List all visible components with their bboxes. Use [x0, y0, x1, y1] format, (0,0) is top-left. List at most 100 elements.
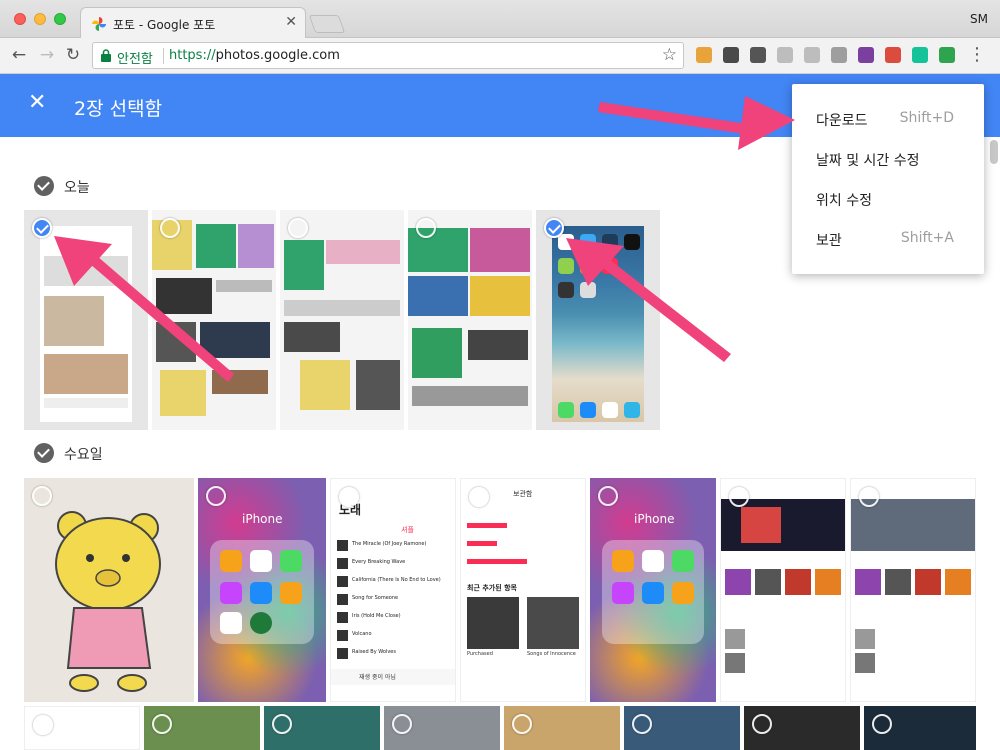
photo-thumbnail[interactable]	[24, 706, 140, 750]
close-selection-icon[interactable]: ✕	[28, 90, 46, 115]
profile-label[interactable]: SM	[970, 12, 988, 26]
select-circle-icon[interactable]	[729, 487, 749, 507]
reload-icon[interactable]: ↻	[62, 44, 84, 66]
song-title: The Miracle (Of Joey Ramone)	[352, 541, 427, 547]
photo-thumbnail[interactable]	[280, 210, 404, 430]
address-bar[interactable]: 안전함 https://photos.google.com ☆	[92, 42, 684, 69]
tab-close-icon[interactable]: ✕	[285, 14, 297, 30]
song-title: Volcano	[352, 631, 372, 637]
photo-thumbnail[interactable]	[152, 210, 276, 430]
photo-thumbnail-music-songs[interactable]: 노래 셔플 The Miracle (Of Joey Ramone) Every …	[330, 478, 456, 702]
section-header-wednesday[interactable]: 수요일	[34, 443, 154, 465]
recently-added-heading: 최근 추가된 항목	[467, 584, 517, 592]
grammarly-icon[interactable]	[912, 47, 928, 63]
iphone-label: iPhone	[242, 512, 283, 526]
now-playing-label: 재생 중이 아님	[359, 674, 396, 681]
song-artwork	[337, 540, 348, 551]
select-circle-icon[interactable]	[598, 486, 618, 506]
off-extension-icon[interactable]	[696, 47, 712, 63]
song-artwork	[337, 594, 348, 605]
browser-menu-icon[interactable]: ⋮	[968, 44, 986, 65]
song-title: Every Breaking Wave	[352, 559, 406, 565]
forward-icon[interactable]: →	[36, 44, 58, 66]
select-circle-icon[interactable]	[469, 487, 489, 507]
song-title: California (There Is No End to Love)	[352, 577, 441, 583]
section-label-today: 오늘	[64, 180, 90, 196]
maximize-window-button[interactable]	[54, 13, 66, 25]
photo-thumbnail[interactable]	[504, 706, 620, 750]
photo-thumbnail-music-store[interactable]	[720, 478, 846, 702]
select-circle-icon[interactable]	[416, 218, 436, 238]
back-icon[interactable]: ←	[8, 44, 30, 66]
section-header-today[interactable]: 오늘	[34, 176, 134, 198]
photo-thumbnail[interactable]	[624, 706, 740, 750]
secure-label: 안전함	[117, 52, 153, 67]
pocket-icon[interactable]	[750, 47, 766, 63]
screen-extension-icon[interactable]	[804, 47, 820, 63]
photo-thumbnail-music-store[interactable]	[850, 478, 976, 702]
song-row: The Miracle (Of Joey Ramone)	[337, 539, 451, 553]
select-circle-icon[interactable]	[339, 487, 359, 507]
readability-icon[interactable]	[831, 47, 847, 63]
close-window-button[interactable]	[14, 13, 26, 25]
photo-thumbnail[interactable]	[264, 706, 380, 750]
photo-thumbnail[interactable]	[744, 706, 860, 750]
evernote-icon[interactable]	[723, 47, 739, 63]
song-title: Raised By Wolves	[352, 649, 396, 655]
selected-check-icon[interactable]	[544, 218, 564, 238]
photo-thumbnail-iphone-folder[interactable]: iPhone	[198, 478, 326, 702]
scrollbar-thumb[interactable]	[990, 140, 998, 164]
menu-item-edit-location[interactable]: 위치 수정	[792, 178, 984, 218]
photo-thumbnail-iphone-folder[interactable]: iPhone	[590, 478, 716, 702]
select-circle-icon[interactable]	[152, 714, 172, 734]
photo-thumbnail[interactable]	[384, 706, 500, 750]
song-row: Song for Someone	[337, 593, 451, 607]
new-tab-button[interactable]	[308, 15, 346, 33]
ex-extension-icon[interactable]	[777, 47, 793, 63]
select-circle-icon[interactable]	[33, 715, 53, 735]
select-circle-icon[interactable]	[32, 486, 52, 506]
photo-thumbnail-selected[interactable]	[24, 210, 148, 430]
url-text[interactable]: https://photos.google.com	[169, 48, 340, 63]
bear-drawing	[55, 511, 161, 692]
screenshot-content	[40, 226, 132, 422]
album1-label: Purchased	[467, 651, 493, 657]
select-circle-icon[interactable]	[288, 218, 308, 238]
select-circle-icon[interactable]	[206, 486, 226, 506]
browser-toolbar: ← → ↻ 안전함 https://photos.google.com ☆ ⋮	[0, 38, 1000, 74]
select-circle-icon[interactable]	[512, 714, 532, 734]
photo-thumbnail-music-library[interactable]: 보관함 최근 추가된 항목 Purchased Songs of Innocen…	[460, 478, 586, 702]
select-circle-icon[interactable]	[752, 714, 772, 734]
onenote-icon[interactable]	[858, 47, 874, 63]
song-artwork	[337, 648, 348, 659]
section-label-wednesday: 수요일	[64, 447, 103, 463]
section-select-check-icon[interactable]	[34, 443, 54, 463]
select-circle-icon[interactable]	[859, 487, 879, 507]
photo-thumbnail[interactable]	[144, 706, 260, 750]
browser-tab-bar: 포토 - Google 포토 ✕ SM	[0, 0, 1000, 39]
menu-item-download[interactable]: 다운로드 Shift+D	[792, 98, 984, 138]
select-circle-icon[interactable]	[272, 714, 292, 734]
menu-item-shortcut: Shift+D	[899, 110, 954, 126]
select-circle-icon[interactable]	[872, 714, 892, 734]
song-artwork	[337, 576, 348, 587]
menu-item-archive[interactable]: 보관 Shift+A	[792, 218, 984, 258]
select-circle-icon[interactable]	[632, 714, 652, 734]
select-circle-icon[interactable]	[160, 218, 180, 238]
todoist-icon[interactable]	[885, 47, 901, 63]
bookmark-star-icon[interactable]: ☆	[662, 45, 677, 65]
page-scrollbar[interactable]	[988, 137, 1000, 750]
photo-thumbnail-bear-drawing[interactable]	[24, 478, 194, 702]
green-extension-icon[interactable]	[939, 47, 955, 63]
section-select-check-icon[interactable]	[34, 176, 54, 196]
menu-item-edit-date-time[interactable]: 날짜 및 시간 수정	[792, 138, 984, 178]
minimize-window-button[interactable]	[34, 13, 46, 25]
photo-thumbnail[interactable]	[864, 706, 976, 750]
browser-tab-photos[interactable]: 포토 - Google 포토 ✕	[80, 7, 306, 39]
shuffle-label: 셔플	[401, 526, 414, 534]
select-circle-icon[interactable]	[392, 714, 412, 734]
selected-check-icon[interactable]	[32, 218, 52, 238]
photo-thumbnail-selected[interactable]	[536, 210, 660, 430]
photo-thumbnail[interactable]	[408, 210, 532, 430]
menu-item-label: 위치 수정	[816, 193, 872, 209]
